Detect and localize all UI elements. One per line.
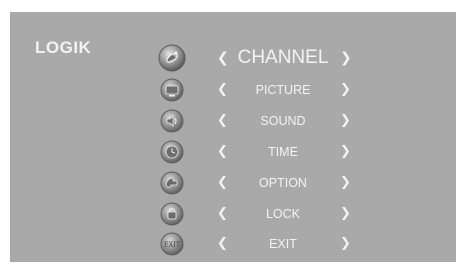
- brand-logo: LOGIK: [35, 38, 92, 57]
- menu-item-label: SOUND: [260, 114, 306, 128]
- left-arrow-icon[interactable]: ❮: [217, 142, 228, 162]
- menu-item-lock[interactable]: ❮ LOCK ❯: [160, 202, 360, 226]
- menu-item-label: TIME: [268, 145, 298, 159]
- exit-icon-text: EXIT: [164, 241, 181, 249]
- exit-icon: EXIT: [160, 232, 184, 256]
- menu-item-picture[interactable]: ❮ PICTURE ❯: [160, 78, 360, 102]
- right-arrow-icon[interactable]: ❯: [340, 111, 351, 131]
- right-arrow-icon[interactable]: ❯: [340, 142, 351, 162]
- menu-item-channel[interactable]: ❮ CHANNEL ❯: [158, 44, 360, 72]
- menu-item-label: OPTION: [259, 176, 307, 190]
- menu-item-sound[interactable]: ❮ SOUND ❯: [160, 109, 360, 133]
- left-arrow-icon[interactable]: ❮: [217, 204, 228, 224]
- left-arrow-icon[interactable]: ❮: [217, 48, 229, 68]
- left-arrow-icon[interactable]: ❮: [217, 173, 228, 193]
- menu-item-label: EXIT: [269, 237, 297, 251]
- tv-menu-screen: LOGIK ❮ CHANNEL ❯ ❮ PICTURE ❯ ❮ SOUND ❯ …: [10, 12, 456, 262]
- menu-item-option[interactable]: ❮ OPTION ❯: [160, 171, 360, 195]
- right-arrow-icon[interactable]: ❯: [340, 173, 351, 193]
- menu-item-label: PICTURE: [255, 83, 311, 97]
- picture-tv-icon: [160, 78, 184, 102]
- right-arrow-icon[interactable]: ❯: [340, 204, 351, 224]
- menu-item-label: LOCK: [265, 207, 301, 221]
- option-gear-icon: [160, 171, 184, 195]
- menu-item-time[interactable]: ❮ TIME ❯: [160, 140, 360, 164]
- lock-icon: [160, 202, 184, 226]
- right-arrow-icon[interactable]: ❯: [340, 48, 352, 68]
- right-arrow-icon[interactable]: ❯: [340, 80, 351, 100]
- menu-item-label: CHANNEL: [237, 47, 329, 68]
- left-arrow-icon[interactable]: ❮: [217, 234, 228, 254]
- right-arrow-icon[interactable]: ❯: [340, 234, 351, 254]
- time-clock-icon: [160, 140, 184, 164]
- left-arrow-icon[interactable]: ❮: [217, 80, 228, 100]
- left-arrow-icon[interactable]: ❮: [217, 111, 228, 131]
- channel-satellite-icon: [158, 44, 186, 72]
- menu-item-exit[interactable]: EXIT ❮ EXIT ❯: [160, 232, 360, 256]
- sound-speaker-icon: [160, 109, 184, 133]
